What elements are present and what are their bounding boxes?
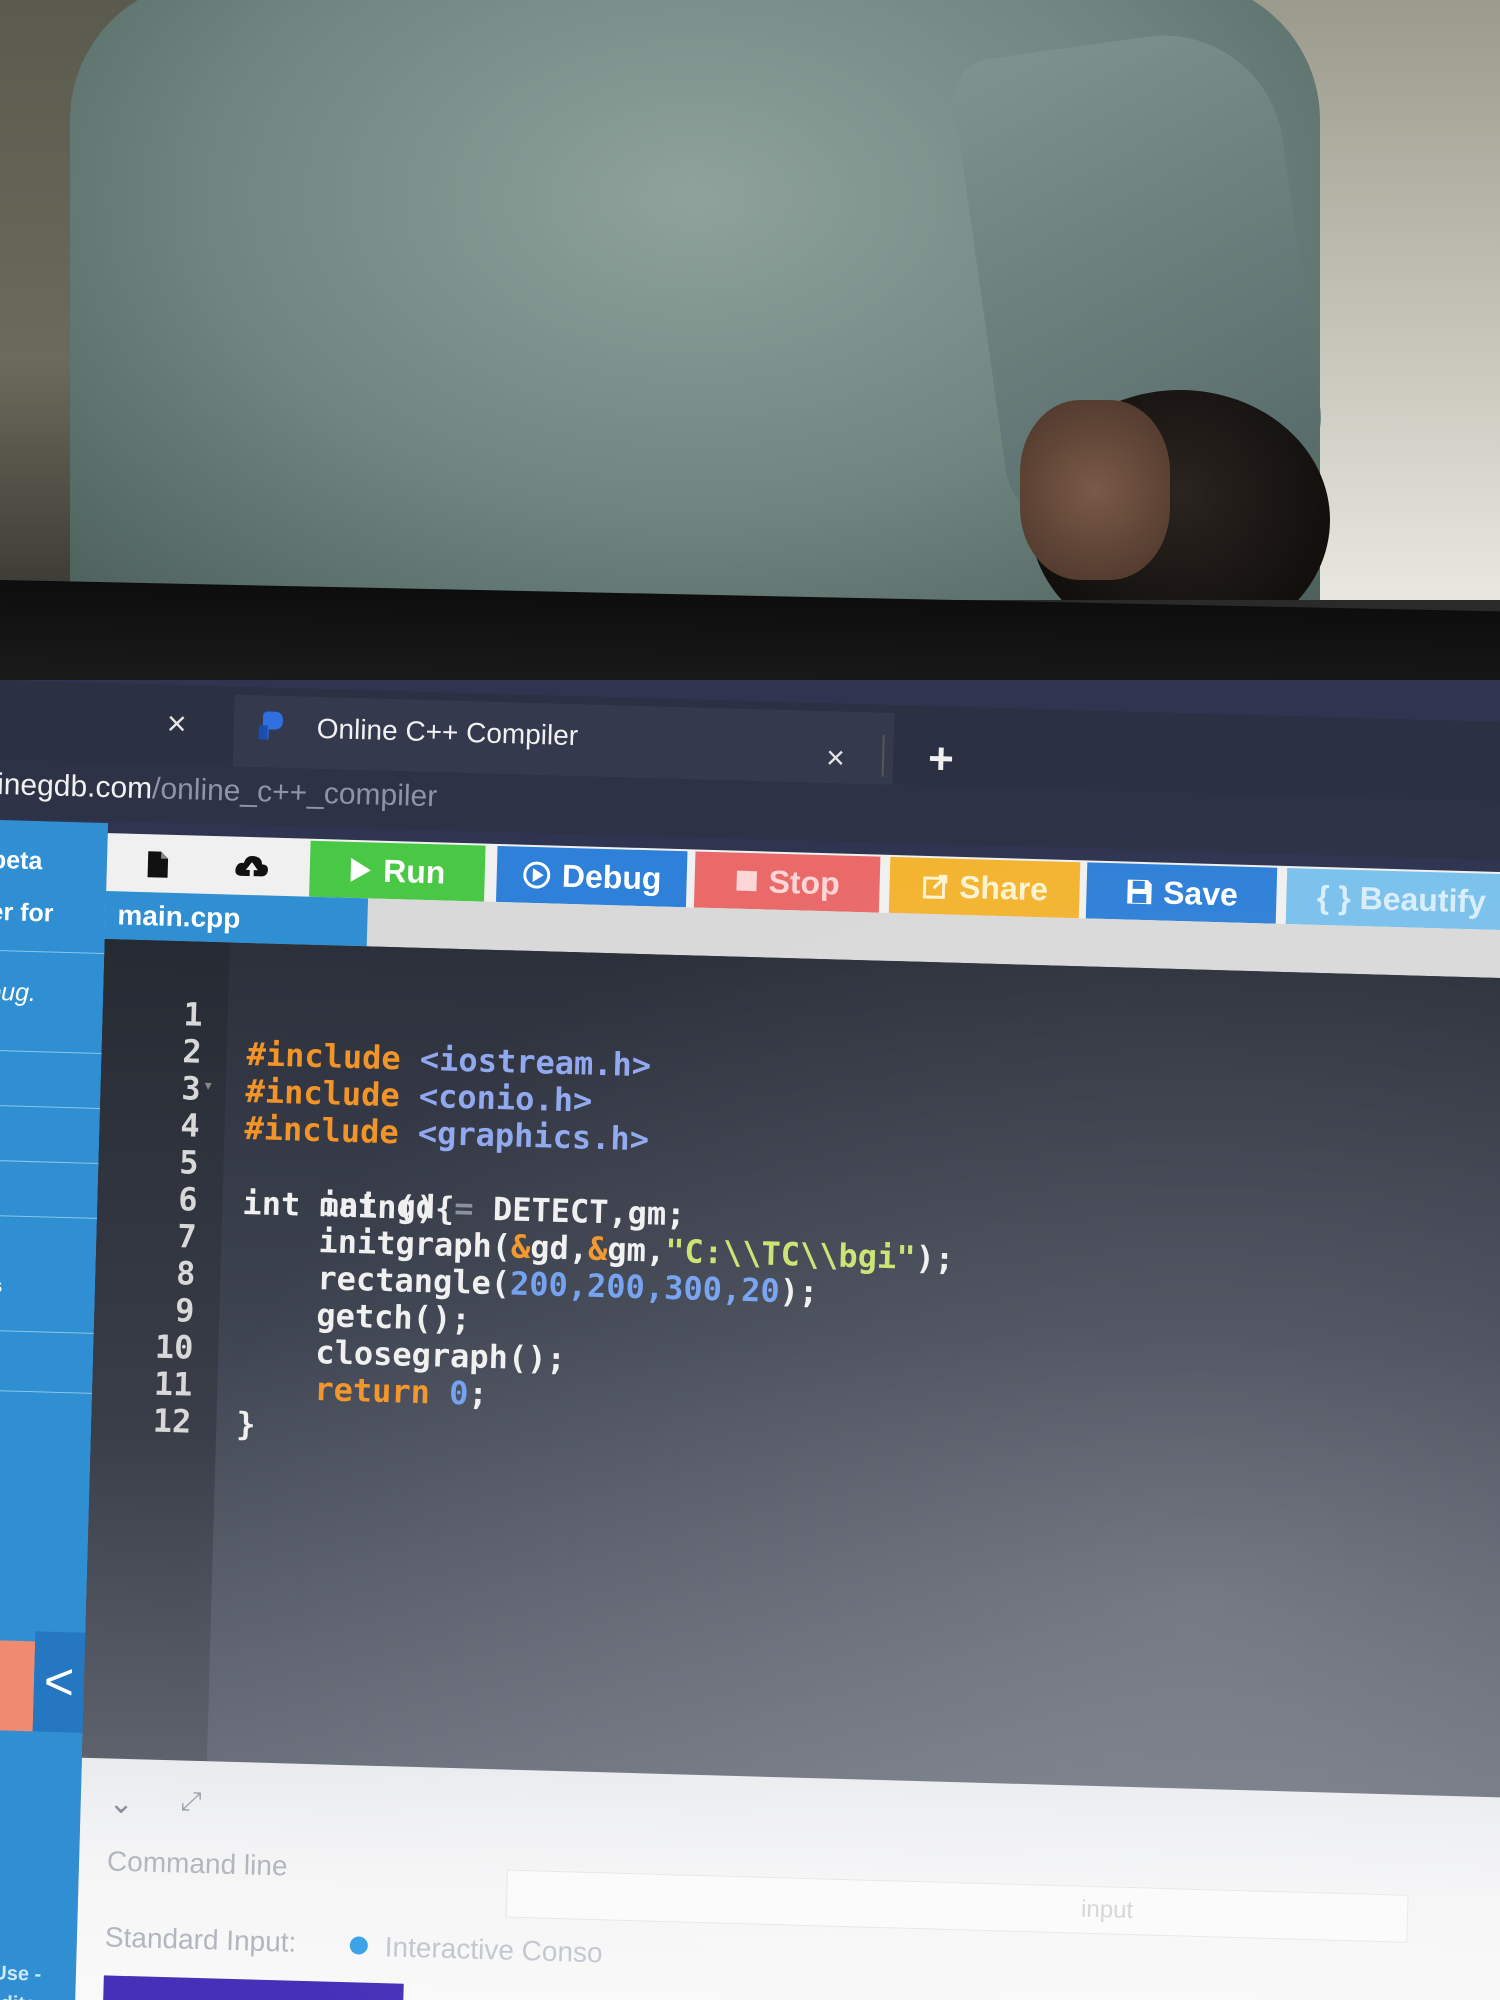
interactive-console-label: Interactive Conso bbox=[384, 1931, 604, 1969]
tab-close-icon[interactable]: × bbox=[826, 739, 846, 777]
command-line-label: Command line bbox=[106, 1845, 288, 1882]
sidebar-item-compiler-for[interactable]: er for bbox=[0, 898, 54, 929]
file-icon bbox=[147, 851, 169, 878]
file-tab-main-cpp[interactable]: main.cpp bbox=[104, 891, 369, 947]
code-text: } bbox=[235, 1404, 257, 1444]
run-label: Run bbox=[382, 852, 446, 891]
share-label: Share bbox=[958, 868, 1049, 907]
chevron-down-icon[interactable]: ⌄ bbox=[108, 1785, 134, 1821]
beautify-button[interactable]: { } Beautify bbox=[1285, 868, 1500, 931]
sidebar-divider bbox=[0, 1049, 102, 1054]
debug-button[interactable]: Debug bbox=[495, 845, 688, 908]
stop-icon bbox=[736, 870, 757, 892]
line-number: 12 bbox=[152, 1401, 192, 1441]
person-hand bbox=[1020, 400, 1170, 580]
sidebar-divider bbox=[0, 1389, 93, 1394]
floppy-disk-icon bbox=[1126, 879, 1152, 905]
upload-file-button[interactable] bbox=[216, 838, 288, 896]
save-label: Save bbox=[1162, 874, 1239, 913]
new-file-button[interactable] bbox=[122, 836, 194, 894]
debug-icon bbox=[523, 861, 551, 889]
photo-background bbox=[0, 0, 1500, 600]
play-icon bbox=[350, 857, 372, 882]
stop-button[interactable]: Stop bbox=[693, 851, 881, 913]
sidebar-divider bbox=[0, 949, 105, 955]
share-icon bbox=[922, 874, 947, 899]
standard-input-label: Standard Input: bbox=[104, 1921, 297, 1958]
terms-of-use-link[interactable]: of Use - bbox=[0, 1962, 42, 1987]
credits-link[interactable]: Credits bbox=[0, 1992, 36, 2000]
fold-arrow-icon[interactable]: ▾ bbox=[202, 1075, 213, 1096]
stop-label: Stop bbox=[768, 863, 841, 902]
previous-tab-close-icon[interactable]: × bbox=[166, 705, 187, 745]
url-path: /online_c++_compiler bbox=[151, 772, 438, 814]
sidebar-item-options[interactable]: ns bbox=[0, 1275, 3, 1299]
monitor-screen: × Online C++ Compiler × + inegdb.com/onl… bbox=[0, 680, 1500, 2000]
sidebar-divider bbox=[0, 1104, 101, 1109]
beautify-label: { } Beautify bbox=[1316, 878, 1487, 920]
sidebar-badge[interactable]: 2K bbox=[0, 1639, 36, 1732]
upload-cloud-icon bbox=[235, 856, 268, 879]
sidebar-item-beta[interactable]: beta bbox=[0, 846, 43, 876]
run-button[interactable]: Run bbox=[309, 840, 486, 902]
sidebar-divider bbox=[0, 1214, 98, 1219]
sidebar-divider bbox=[0, 1159, 99, 1164]
sidebar-item-debug[interactable]: bug. bbox=[0, 978, 36, 1008]
new-tab-icon[interactable]: + bbox=[927, 734, 954, 785]
sidebar-divider bbox=[0, 1329, 94, 1334]
collapse-sidebar-icon[interactable]: < bbox=[32, 1631, 86, 1733]
command-line-placeholder: input bbox=[1080, 1895, 1134, 1925]
browser-window: × Online C++ Compiler × + inegdb.com/onl… bbox=[0, 680, 1500, 2000]
debug-label: Debug bbox=[561, 857, 662, 897]
url-domain: inegdb.com bbox=[0, 767, 153, 806]
expand-icon[interactable]: ⤢ bbox=[180, 1785, 202, 1818]
onlinegdb-favicon-icon bbox=[258, 711, 283, 740]
share-button[interactable]: Share bbox=[888, 856, 1081, 919]
save-button[interactable]: Save bbox=[1085, 862, 1278, 924]
